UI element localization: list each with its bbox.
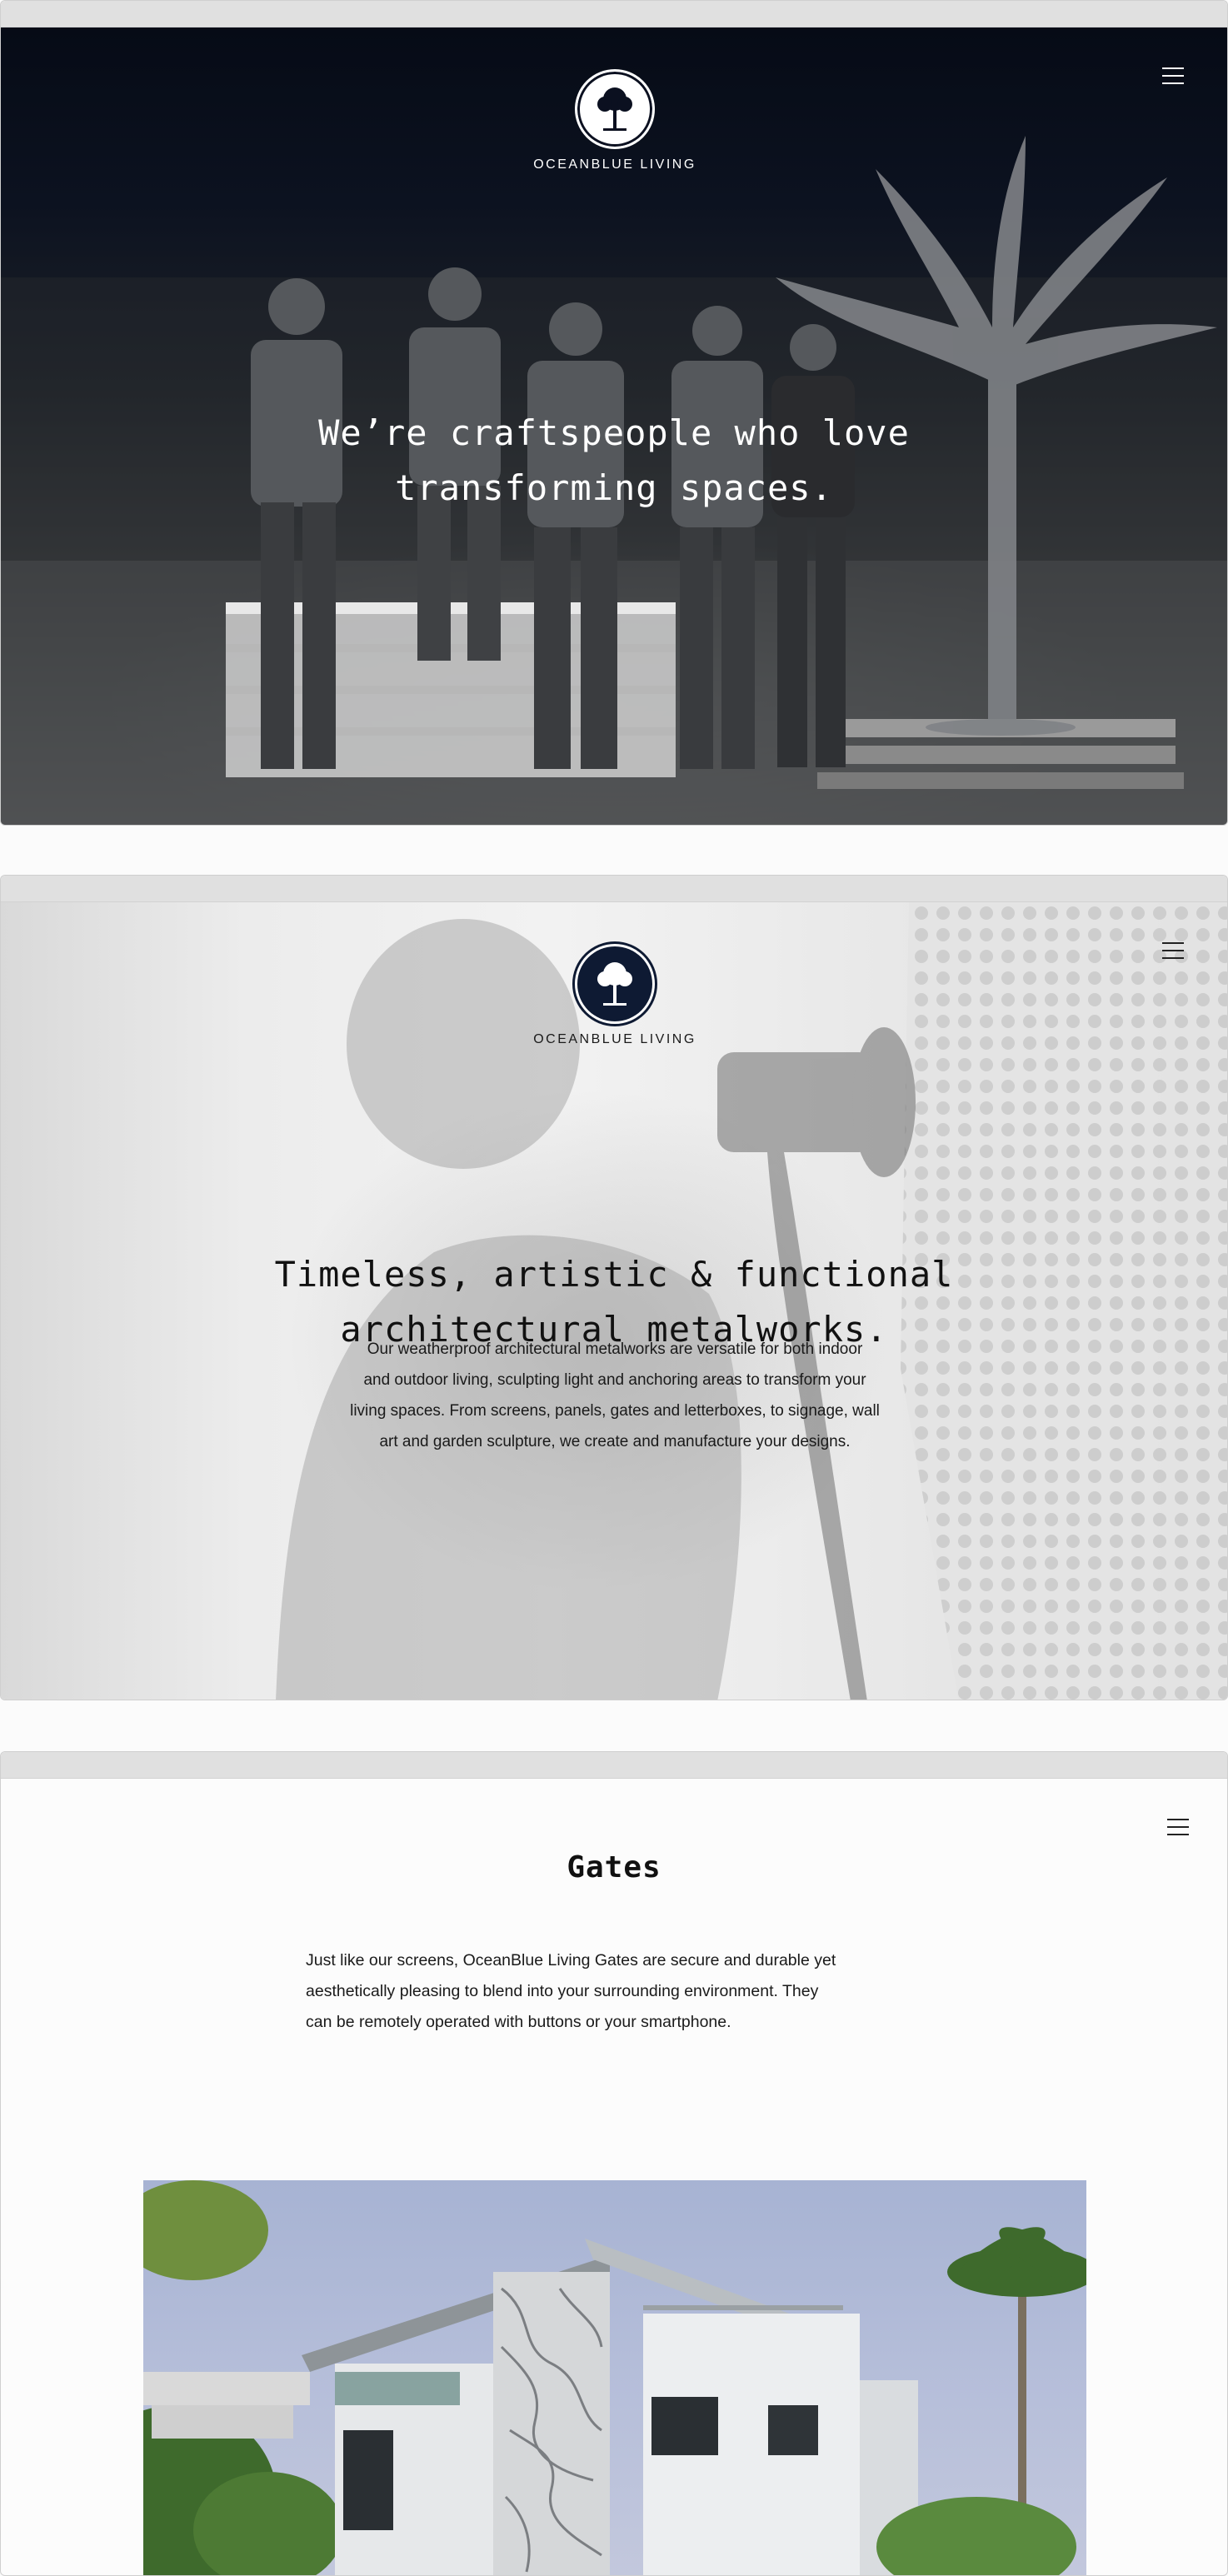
browser-chrome — [1, 1, 1227, 27]
brand-logo[interactable]: OCEANBLUE LIVING — [527, 69, 702, 172]
hero-section-craftspeople: OCEANBLUE LIVING We’re craftspeople who … — [1, 27, 1227, 825]
brand-name: OCEANBLUE LIVING — [533, 1032, 696, 1046]
browser-chrome — [1, 876, 1227, 902]
brand-name: OCEANBLUE LIVING — [533, 157, 696, 172]
paragraph-line: and outdoor living, sculpting light and … — [363, 1371, 866, 1389]
tree-icon — [575, 69, 655, 149]
hamburger-menu-icon[interactable] — [1167, 1819, 1189, 1837]
paragraph-line: living spaces. From screens, panels, gat… — [350, 1402, 880, 1420]
browser-frame-home: OCEANBLUE LIVING We’re craftspeople who … — [0, 0, 1228, 826]
browser-frame-metalworks: OCEANBLUE LIVING Timeless, artistic & fu… — [0, 875, 1228, 1700]
browser-chrome — [1, 1752, 1227, 1779]
hamburger-menu-icon[interactable] — [1162, 942, 1184, 961]
gates-paragraph: Just like our screens, OceanBlue Living … — [306, 1945, 924, 2038]
hero-section-metalworks: OCEANBLUE LIVING Timeless, artistic & fu… — [1, 902, 1227, 1700]
hero-heading-line1: We’re craftspeople who love — [318, 412, 910, 453]
paragraph-line: can be remotely operated with buttons or… — [306, 2013, 731, 2031]
hero-paragraph: Our weatherproof architectural metalwork… — [309, 1334, 921, 1457]
tree-icon — [575, 944, 655, 1024]
section-title: Gates — [567, 1850, 661, 1885]
brand-logo[interactable]: OCEANBLUE LIVING — [527, 944, 702, 1047]
paragraph-line: Just like our screens, OceanBlue Living … — [306, 1951, 836, 1969]
hamburger-menu-icon[interactable] — [1162, 67, 1184, 86]
browser-frame-gates: Gates Just like our screens, OceanBlue L… — [0, 1751, 1228, 2576]
paragraph-line: aesthetically pleasing to blend into you… — [306, 1982, 819, 2000]
house-photo — [143, 2180, 1086, 2575]
paragraph-line: art and garden sculpture, we create and … — [379, 1433, 851, 1450]
paragraph-line: Our weatherproof architectural metalwork… — [367, 1340, 863, 1358]
hero-heading: We’re craftspeople who love transforming… — [1, 406, 1227, 516]
hero-heading-line1: Timeless, artistic & functional — [274, 1254, 954, 1295]
hero-heading-line2: transforming spaces. — [395, 467, 833, 508]
gates-section: Gates Just like our screens, OceanBlue L… — [1, 1779, 1227, 2575]
